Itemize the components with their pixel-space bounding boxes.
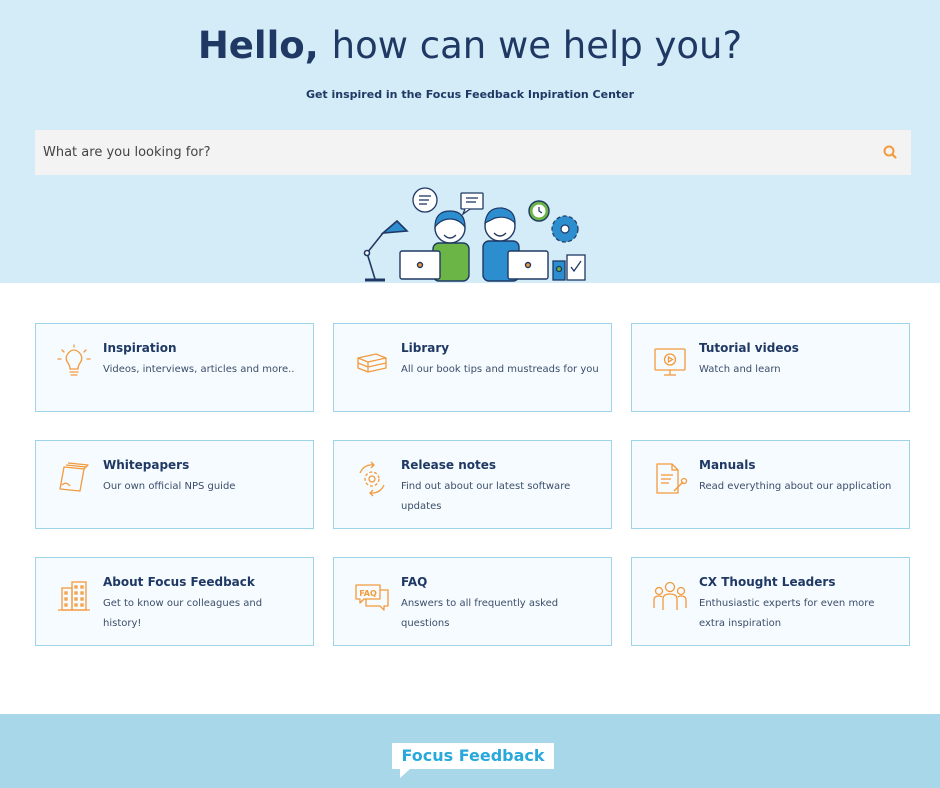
title-hello: Hello bbox=[197, 24, 305, 67]
page-title: Hello, how can we help you? bbox=[0, 22, 940, 70]
card-title: Inspiration bbox=[103, 341, 177, 355]
card-title: Tutorial videos bbox=[699, 341, 799, 355]
coffee-cup-icon bbox=[552, 254, 586, 281]
clock-icon bbox=[528, 200, 550, 222]
lightbulb-icon bbox=[57, 344, 91, 376]
card-description: Videos, interviews, articles and more.. bbox=[103, 364, 295, 375]
card-title: Manuals bbox=[699, 458, 756, 472]
card-description: Enthusiastic experts for even more extra… bbox=[699, 598, 875, 629]
card-manuals[interactable]: Manuals Read everything about our applic… bbox=[631, 440, 910, 529]
card-description: Get to know our colleagues and history! bbox=[103, 598, 263, 629]
gear-icon bbox=[551, 215, 579, 243]
hero-section: Hello, how can we help you? Get inspired… bbox=[0, 0, 940, 283]
card-description: Read everything about our application bbox=[699, 481, 892, 492]
card-title: About Focus Feedback bbox=[103, 575, 255, 589]
card-title: FAQ bbox=[401, 575, 428, 589]
laptop-icon bbox=[399, 250, 549, 280]
card-description: Answers to all frequently asked question… bbox=[401, 598, 559, 629]
card-description: All our book tips and mustreads for you bbox=[401, 364, 599, 375]
books-icon bbox=[357, 353, 387, 373]
card-description: Find out about our latest software updat… bbox=[401, 481, 571, 512]
video-screen-icon bbox=[654, 348, 686, 376]
document-wrench-icon bbox=[656, 463, 688, 494]
card-release-notes[interactable]: Release notes Find out about our latest … bbox=[333, 440, 612, 529]
title-comma: , bbox=[304, 24, 319, 67]
faq-bubble-icon: FAQ bbox=[355, 584, 389, 611]
support-team-illustration bbox=[363, 187, 586, 282]
papers-icon bbox=[59, 462, 89, 492]
card-whitepapers[interactable]: Whitepapers Our own official NPS guide bbox=[35, 440, 314, 529]
search-button[interactable] bbox=[881, 143, 901, 163]
card-faq[interactable]: FAQ FAQ Answers to all frequently asked … bbox=[333, 557, 612, 646]
card-description: Watch and learn bbox=[699, 364, 781, 375]
title-rest: how can we help you? bbox=[331, 24, 743, 67]
card-inspiration[interactable]: Inspiration Videos, interviews, articles… bbox=[35, 323, 314, 412]
building-icon bbox=[58, 581, 90, 611]
footer: Focus Feedback bbox=[0, 714, 940, 788]
svg-text:FAQ: FAQ bbox=[359, 589, 377, 598]
search-input[interactable] bbox=[35, 130, 875, 175]
card-title: Library bbox=[401, 341, 450, 355]
card-cx-thought-leaders[interactable]: CX Thought Leaders Enthusiastic experts … bbox=[631, 557, 910, 646]
card-title: Release notes bbox=[401, 458, 496, 472]
gear-refresh-icon bbox=[359, 461, 385, 497]
page-subtitle: Get inspired in the Focus Feedback Inpir… bbox=[305, 88, 635, 101]
footer-logo[interactable]: Focus Feedback bbox=[392, 743, 554, 769]
card-library[interactable]: Library All our book tips and mustreads … bbox=[333, 323, 612, 412]
logo-speech-tail bbox=[400, 769, 410, 778]
card-tutorial-videos[interactable]: Tutorial videos Watch and learn bbox=[631, 323, 910, 412]
search-bar bbox=[35, 130, 911, 175]
chat-bubble-icon bbox=[412, 187, 484, 216]
search-icon bbox=[883, 145, 897, 159]
card-description: Our own official NPS guide bbox=[103, 481, 236, 492]
card-title: Whitepapers bbox=[103, 458, 190, 472]
card-title: CX Thought Leaders bbox=[699, 575, 836, 589]
people-icon bbox=[653, 581, 687, 610]
card-about-focus-feedback[interactable]: About Focus Feedback Get to know our col… bbox=[35, 557, 314, 646]
